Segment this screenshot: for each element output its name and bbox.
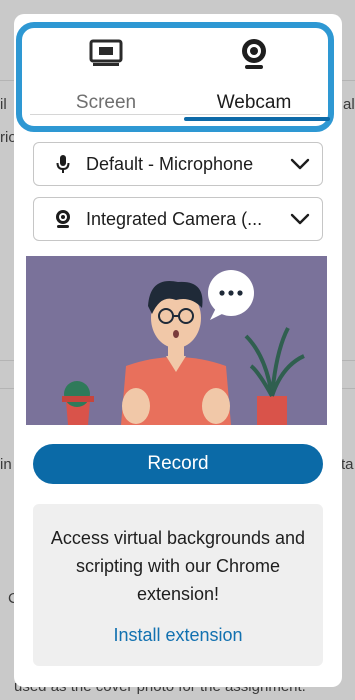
camera-select[interactable]: Integrated Camera (...	[33, 197, 323, 241]
webcam-preview-illustration	[26, 256, 327, 425]
webcam-preview	[26, 256, 327, 425]
microphone-select-value: Default - Microphone	[86, 153, 254, 174]
background-text: in	[0, 456, 12, 473]
webcam-icon	[54, 209, 72, 229]
tab-screen-label: Screen	[75, 92, 137, 113]
camera-select-value: Integrated Camera (...	[86, 208, 263, 229]
background-text: il	[0, 96, 7, 113]
chevron-down-icon	[288, 158, 310, 170]
source-tab-bar: Screen Webcam	[16, 22, 334, 132]
tab-webcam-label: Webcam	[216, 92, 292, 113]
record-button[interactable]: Record	[33, 444, 323, 484]
tab-screen[interactable]: Screen	[32, 34, 180, 114]
extension-promo-text: Access virtual backgrounds and scripting…	[50, 528, 306, 604]
webcam-icon	[239, 34, 269, 74]
tab-divider	[30, 114, 320, 115]
extension-promo-card: Access virtual backgrounds and scripting…	[33, 504, 323, 666]
tab-webcam[interactable]: Webcam	[180, 34, 328, 114]
chevron-down-icon	[288, 213, 310, 225]
install-extension-link[interactable]: Install extension	[33, 625, 323, 646]
monitor-icon	[89, 34, 123, 74]
microphone-icon	[54, 154, 72, 174]
microphone-select[interactable]: Default - Microphone	[33, 142, 323, 186]
background-text: ta	[341, 456, 354, 473]
tab-active-indicator	[184, 117, 330, 121]
background-text: al	[343, 96, 355, 113]
